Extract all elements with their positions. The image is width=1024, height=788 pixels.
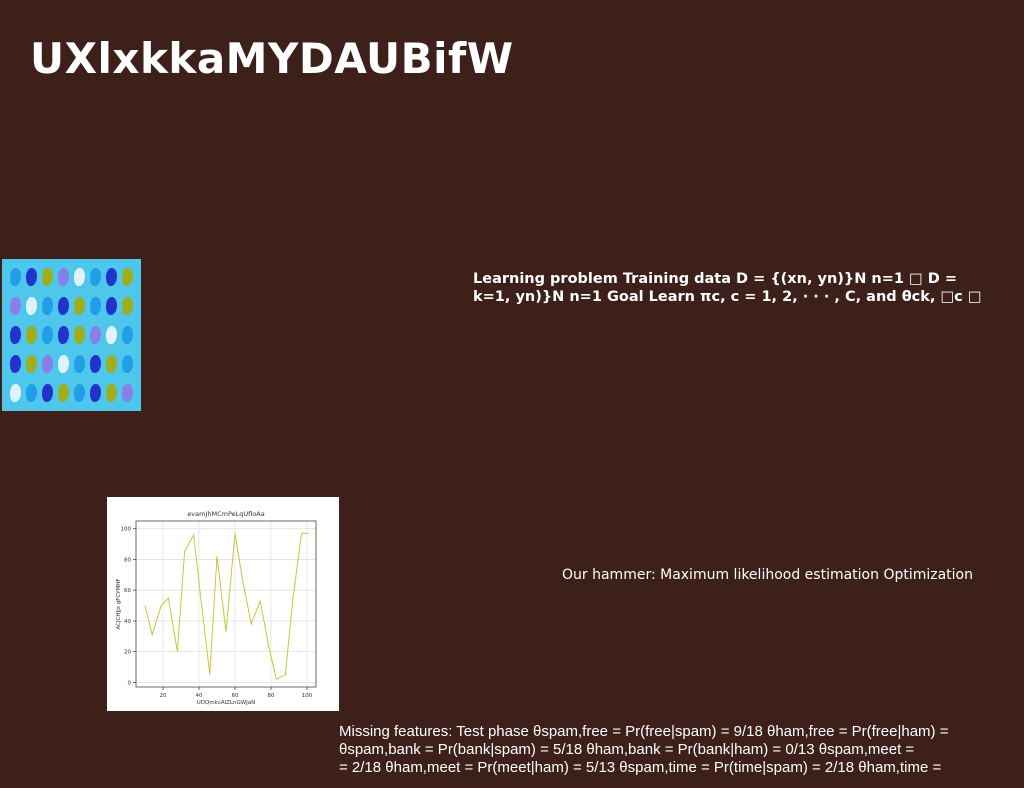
y-axis-label: ACJCHJjx gFCYMHF (116, 578, 122, 629)
grid-blob (58, 297, 70, 316)
grid-blob (42, 297, 54, 316)
x-axis-label: UDQmkcAlZLnGWJaN (197, 700, 256, 706)
y-tick-label: 60 (124, 588, 131, 594)
missing-features-text: Missing features: Test phase θspam,free … (339, 723, 949, 776)
grid-blob (58, 325, 70, 344)
grid-blob (121, 325, 133, 344)
grid-blob (42, 383, 54, 402)
x-tick-label: 80 (268, 693, 275, 699)
x-tick-label: 40 (196, 693, 203, 699)
grid-blob (58, 354, 70, 373)
grid-blob (73, 297, 85, 316)
grid-blob (10, 268, 22, 287)
grid-blob (26, 325, 38, 344)
chart-title: evamJhMCmPeLqUfloAa (187, 510, 264, 518)
grid-blob (121, 383, 133, 402)
grid-blob (121, 354, 133, 373)
y-tick-label: 80 (124, 557, 131, 563)
y-tick-label: 40 (124, 619, 131, 625)
grid-blob (10, 325, 22, 344)
grid-blob (73, 325, 85, 344)
series-line (144, 532, 309, 681)
grid-blob (42, 354, 54, 373)
grid-blob (89, 325, 101, 344)
learning-problem-text: Learning problem Training data D = {(xn,… (473, 271, 982, 305)
grid-blob (121, 268, 133, 287)
grid-blob (58, 268, 70, 287)
y-tick-label: 0 (128, 680, 132, 686)
grid-blob (42, 268, 54, 287)
x-tick-label: 60 (232, 693, 239, 699)
x-tick-label: 100 (302, 693, 313, 699)
grid-blob (105, 383, 117, 402)
grid-blob (10, 297, 22, 316)
grid-blob (105, 325, 117, 344)
grid-blob (121, 297, 133, 316)
grid-blob (73, 383, 85, 402)
grid-blob (73, 268, 85, 287)
grid-blob (89, 268, 101, 287)
grid-blob (42, 325, 54, 344)
slide-title: UXlxkkaMYDAUBifW (30, 34, 514, 83)
line-chart-image: 20 40 60 80 100 0 20 40 60 80 100 evamJhMCmPeLqUflo… (107, 497, 339, 711)
grid-blob (105, 268, 117, 287)
grid-blob (26, 383, 38, 402)
line-chart: 20 40 60 80 100 0 20 40 60 80 100 evamJhMCmPeLqUflo… (116, 510, 317, 706)
grid-blob (105, 354, 117, 373)
grid-blob (58, 383, 70, 402)
icon-grid-image (2, 259, 141, 411)
grid-blob (10, 354, 22, 373)
y-tick-label: 100 (121, 527, 132, 533)
grid-blob (89, 354, 101, 373)
grid-blob (105, 297, 117, 316)
grid-blob (26, 354, 38, 373)
grid-blob (73, 354, 85, 373)
grid-blob (26, 268, 38, 287)
x-tick-label: 20 (160, 693, 167, 699)
y-tick-label: 20 (124, 650, 131, 656)
grid-blob (89, 297, 101, 316)
grid-blob (10, 383, 22, 402)
grid-blob (89, 383, 101, 402)
grid-blob (26, 297, 38, 316)
hammer-text: Our hammer: Maximum likelihood estimatio… (562, 567, 973, 583)
